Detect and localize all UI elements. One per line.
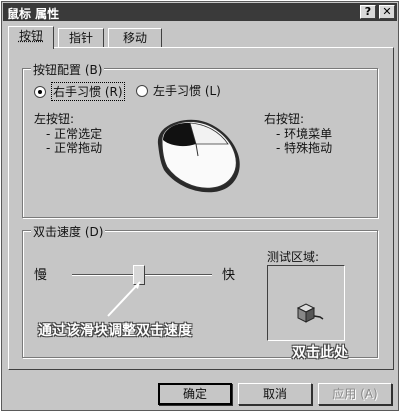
tab-pointers[interactable]: 指针 <box>58 28 104 48</box>
jack-in-the-box-icon <box>296 303 324 323</box>
title-bar[interactable]: 鼠标 属性 ? ✕ <box>3 3 397 21</box>
test-area[interactable] <box>267 265 345 341</box>
slider-annotation: 通过该滑块调整双击速度 <box>38 323 192 339</box>
tab-buttons-label: 按钮 <box>18 29 43 43</box>
button-config-title: 按钮配置 (B) <box>31 61 105 78</box>
double-click-title: 双击速度 (D) <box>31 223 106 240</box>
mouse-properties-window: 鼠标 属性 ? ✕ 按钮 指针 移动 按钮配置 (B) 右手习惯 (R) 左手习… <box>1 1 399 411</box>
help-button[interactable]: ? <box>360 5 376 19</box>
annotation-arrow-icon <box>107 281 141 317</box>
tab-motion[interactable]: 移动 <box>108 28 162 48</box>
left-handed-radio[interactable] <box>136 84 148 97</box>
ok-button[interactable]: 确定 <box>158 383 232 405</box>
tab-pointers-label: 指针 <box>68 31 93 45</box>
tab-motion-label: 移动 <box>122 31 147 45</box>
right-handed-radio[interactable] <box>34 85 46 98</box>
mouse-illustration-icon <box>157 119 240 193</box>
right-button-item: - 特殊拖动 <box>276 141 333 155</box>
window-title: 鼠标 属性 <box>7 7 60 21</box>
close-button[interactable]: ✕ <box>379 5 395 19</box>
left-handed-option[interactable]: 左手习惯 (L) <box>136 82 221 99</box>
test-area-label: 测试区域: <box>267 250 320 264</box>
left-handed-label: 左手习惯 (L) <box>153 84 221 98</box>
test-area-annotation: 双击此处 <box>292 345 348 361</box>
slow-label: 慢 <box>34 268 48 283</box>
apply-button[interactable]: 应用 (A) <box>318 383 392 405</box>
left-button-item: - 正常拖动 <box>46 141 103 155</box>
right-handed-option[interactable]: 右手习惯 (R) <box>34 82 125 101</box>
right-handed-label: 右手习惯 (R) <box>51 82 125 101</box>
tab-buttons[interactable]: 按钮 <box>8 26 54 49</box>
cancel-button[interactable]: 取消 <box>238 383 312 405</box>
fast-label: 快 <box>222 268 236 283</box>
